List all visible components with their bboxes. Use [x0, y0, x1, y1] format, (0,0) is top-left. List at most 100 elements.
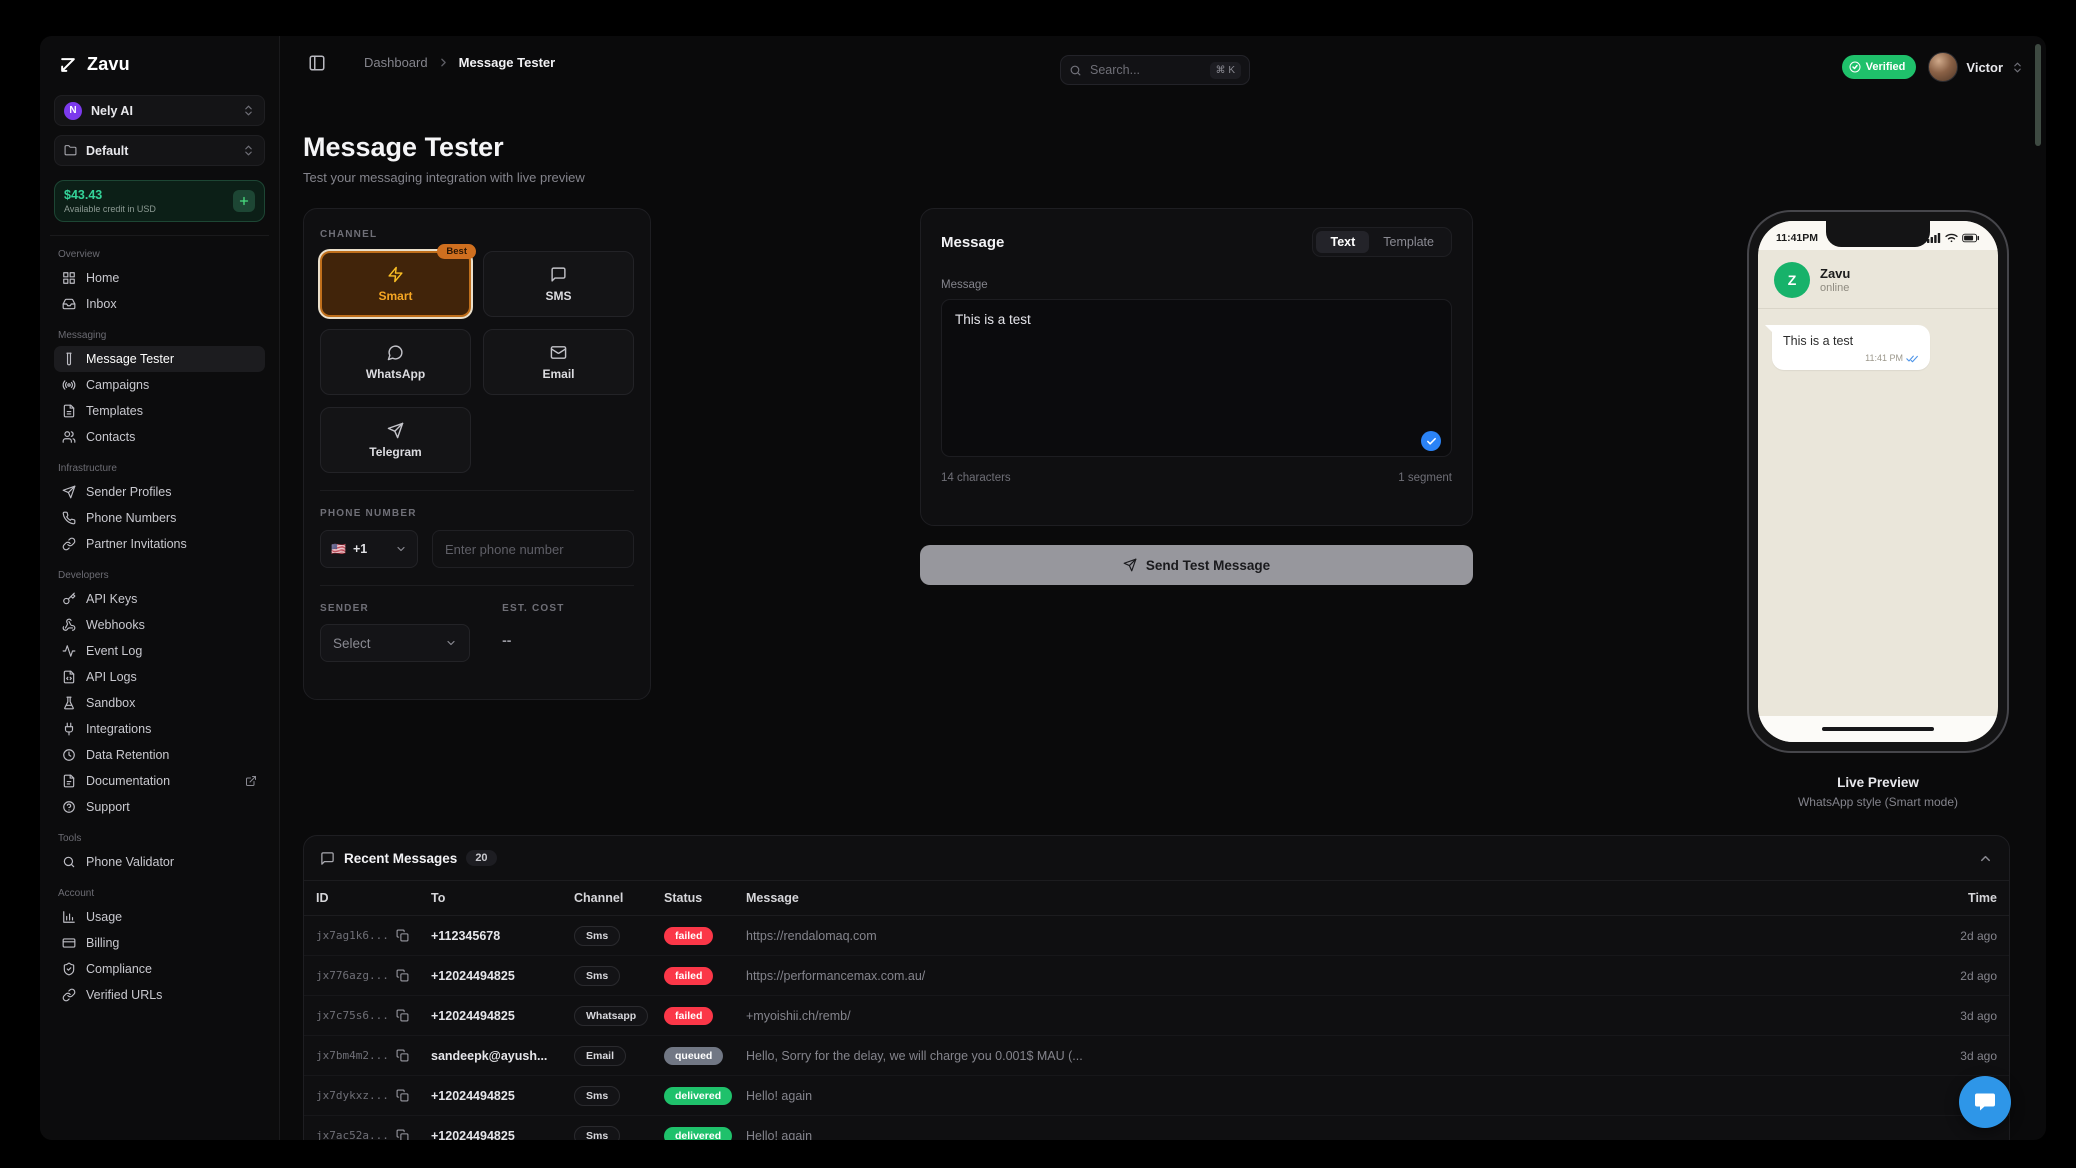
segment-count: 1 segment [1398, 472, 1452, 484]
add-credit-button[interactable] [233, 190, 255, 212]
brand: Zavu [54, 54, 265, 75]
chat-header: Z Zavu online [1758, 250, 1998, 309]
table-row[interactable]: jx776azg... +12024494825 Sms failed http… [304, 956, 2009, 996]
sidebar-item-label: API Keys [86, 592, 257, 606]
channel-option-label: Email [542, 367, 574, 381]
table-row[interactable]: jx7ac52a... +12024494825 Sms delivered H… [304, 1116, 2009, 1140]
sidebar-item-phone-validator[interactable]: Phone Validator [54, 849, 265, 875]
status-badge: queued [664, 1047, 723, 1065]
message-id: jx7ac52a... [316, 1129, 389, 1140]
channel-option-whatsapp[interactable]: WhatsApp [320, 329, 471, 395]
table-body: jx7ag1k6... +112345678 Sms failed https:… [304, 916, 2009, 1140]
divider [320, 490, 634, 491]
sidebar-item-data-retention[interactable]: Data Retention [54, 742, 265, 768]
sidebar-item-event-log[interactable]: Event Log [54, 638, 265, 664]
tab-text[interactable]: Text [1316, 231, 1369, 253]
sidebar-item-message-tester[interactable]: Message Tester [54, 346, 265, 372]
phone-number-input[interactable] [432, 530, 634, 568]
sidebar-toggle-icon[interactable] [308, 54, 326, 72]
sidebar-item-sender-profiles[interactable]: Sender Profiles [54, 479, 265, 505]
file-code-icon [62, 670, 76, 684]
message-panel-title: Message [941, 234, 1312, 251]
copy-icon[interactable] [396, 969, 409, 982]
dial-code: +1 [353, 542, 388, 556]
card-icon [62, 936, 76, 950]
sidebar-item-home[interactable]: Home [54, 265, 265, 291]
channel-option-smart[interactable]: Best Smart [320, 251, 471, 317]
help-icon [62, 800, 76, 814]
send-test-message-button[interactable]: Send Test Message [920, 545, 1473, 585]
sender-select[interactable]: Select [320, 624, 470, 662]
table-row[interactable]: jx7c75s6... +12024494825 Whatsapp failed… [304, 996, 2009, 1036]
battery-icon [1962, 233, 1980, 243]
support-chat-fab[interactable] [1959, 1076, 2011, 1128]
column-header-channel: Channel [574, 891, 664, 905]
table-row[interactable]: jx7ag1k6... +112345678 Sms failed https:… [304, 916, 2009, 956]
channel-option-email[interactable]: Email [483, 329, 634, 395]
brand-name: Zavu [87, 54, 130, 75]
copy-icon[interactable] [396, 1089, 409, 1102]
channel-pill: Sms [574, 926, 620, 946]
sidebar-item-integrations[interactable]: Integrations [54, 716, 265, 742]
sidebar-item-phone-numbers[interactable]: Phone Numbers [54, 505, 265, 531]
chevron-up-icon[interactable] [1978, 851, 1993, 866]
copy-icon[interactable] [396, 929, 409, 942]
section-label-account: Account [58, 888, 261, 899]
sender-label: SENDER [320, 603, 502, 614]
tab-template[interactable]: Template [1369, 231, 1448, 253]
channel-option-sms[interactable]: SMS [483, 251, 634, 317]
sidebar-item-usage[interactable]: Usage [54, 904, 265, 930]
sidebar-item-documentation[interactable]: Documentation [54, 768, 265, 794]
country-code-select[interactable]: 🇺🇸 +1 [320, 530, 418, 568]
channel-pill: Sms [574, 966, 620, 986]
sidebar-item-inbox[interactable]: Inbox [54, 291, 265, 317]
sidebar-item-api-logs[interactable]: API Logs [54, 664, 265, 690]
sidebar-item-campaigns[interactable]: Campaigns [54, 372, 265, 398]
chevron-down-icon [445, 637, 457, 649]
char-count: 14 characters [941, 472, 1011, 484]
plug-icon [62, 722, 76, 736]
chevron-right-icon [437, 56, 450, 69]
sidebar-divider [50, 235, 269, 236]
breadcrumb-dashboard[interactable]: Dashboard [364, 55, 428, 70]
sidebar-item-support[interactable]: Support [54, 794, 265, 820]
key-icon [62, 592, 76, 606]
scrollbar-thumb[interactable] [2035, 44, 2041, 146]
global-search[interactable]: ⌘ K [1060, 55, 1250, 85]
sidebar-item-billing[interactable]: Billing [54, 930, 265, 956]
copy-icon[interactable] [396, 1049, 409, 1062]
copy-icon[interactable] [396, 1129, 409, 1140]
sidebar-item-label: Billing [86, 936, 257, 950]
message-mode-tabs: Text Template [1312, 227, 1452, 257]
sidebar-item-contacts[interactable]: Contacts [54, 424, 265, 450]
zavu-logo-icon [58, 55, 78, 75]
sidebar-item-templates[interactable]: Templates [54, 398, 265, 424]
message-time: 2d ago [1887, 969, 1997, 983]
divider [320, 585, 634, 586]
sidebar-item-verified-urls[interactable]: Verified URLs [54, 982, 265, 1008]
table-header: ID To Channel Status Message Time [304, 880, 2009, 916]
user-name: Victor [1966, 60, 2003, 75]
sidebar-item-sandbox[interactable]: Sandbox [54, 690, 265, 716]
channel-option-label: Smart [378, 289, 412, 303]
sidebar-item-api-keys[interactable]: API Keys [54, 586, 265, 612]
project-selector[interactable]: Default [54, 135, 265, 166]
testtube-icon [62, 352, 76, 366]
sidebar-item-compliance[interactable]: Compliance [54, 956, 265, 982]
table-row[interactable]: jx7bm4m2... sandeepk@ayush... Email queu… [304, 1036, 2009, 1076]
sidebar-item-partner-invitations[interactable]: Partner Invitations [54, 531, 265, 557]
copy-icon[interactable] [396, 1009, 409, 1022]
sidebar-item-webhooks[interactable]: Webhooks [54, 612, 265, 638]
message-to: +12024494825 [431, 969, 574, 983]
user-menu[interactable]: Victor [1928, 52, 2024, 82]
table-row[interactable]: jx7dykxz... +12024494825 Sms delivered H… [304, 1076, 2009, 1116]
search-input[interactable] [1090, 63, 1202, 77]
org-selector[interactable]: N Nely AI [54, 95, 265, 126]
channel-option-telegram[interactable]: Telegram [320, 407, 471, 473]
verified-label: Verified [1866, 61, 1906, 73]
app-window: Zavu N Nely AI Default $43.43 Available … [40, 36, 2046, 1140]
message-textarea[interactable]: This is a test [941, 299, 1452, 457]
column-header-status: Status [664, 891, 746, 905]
send-icon [62, 485, 76, 499]
column-header-to: To [431, 891, 574, 905]
